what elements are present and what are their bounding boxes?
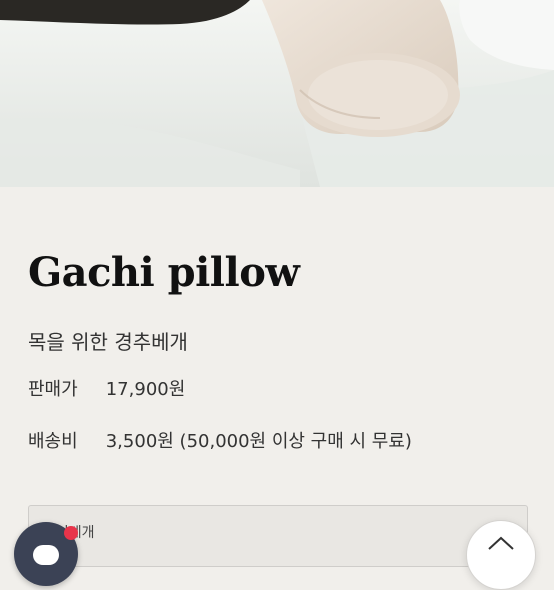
shipping-label: 배송비 — [28, 431, 78, 452]
chevron-up-icon — [488, 536, 514, 550]
product-hero-image — [0, 0, 554, 187]
price-row: 판매가 17,900원 — [28, 375, 185, 401]
product-title: Gachi pillow — [28, 249, 300, 296]
shipping-row: 배송비 3,500원 (50,000원 이상 구매 시 무료) — [28, 427, 412, 453]
shipping-value: 3,500원 (50,000원 이상 구매 시 무료) — [105, 431, 412, 452]
option-select[interactable]: 같이베개 — [28, 505, 528, 567]
scroll-top-button[interactable] — [466, 520, 536, 590]
product-info: Gachi pillow 목을 위한 경추베개 판매가 17,900원 배송비 … — [0, 187, 554, 567]
product-subtitle: 목을 위한 경추베개 — [28, 330, 188, 354]
price-label: 판매가 — [28, 379, 78, 400]
chat-bubble-icon — [33, 545, 59, 565]
notification-dot — [64, 526, 78, 540]
price-value: 17,900원 — [105, 379, 186, 400]
